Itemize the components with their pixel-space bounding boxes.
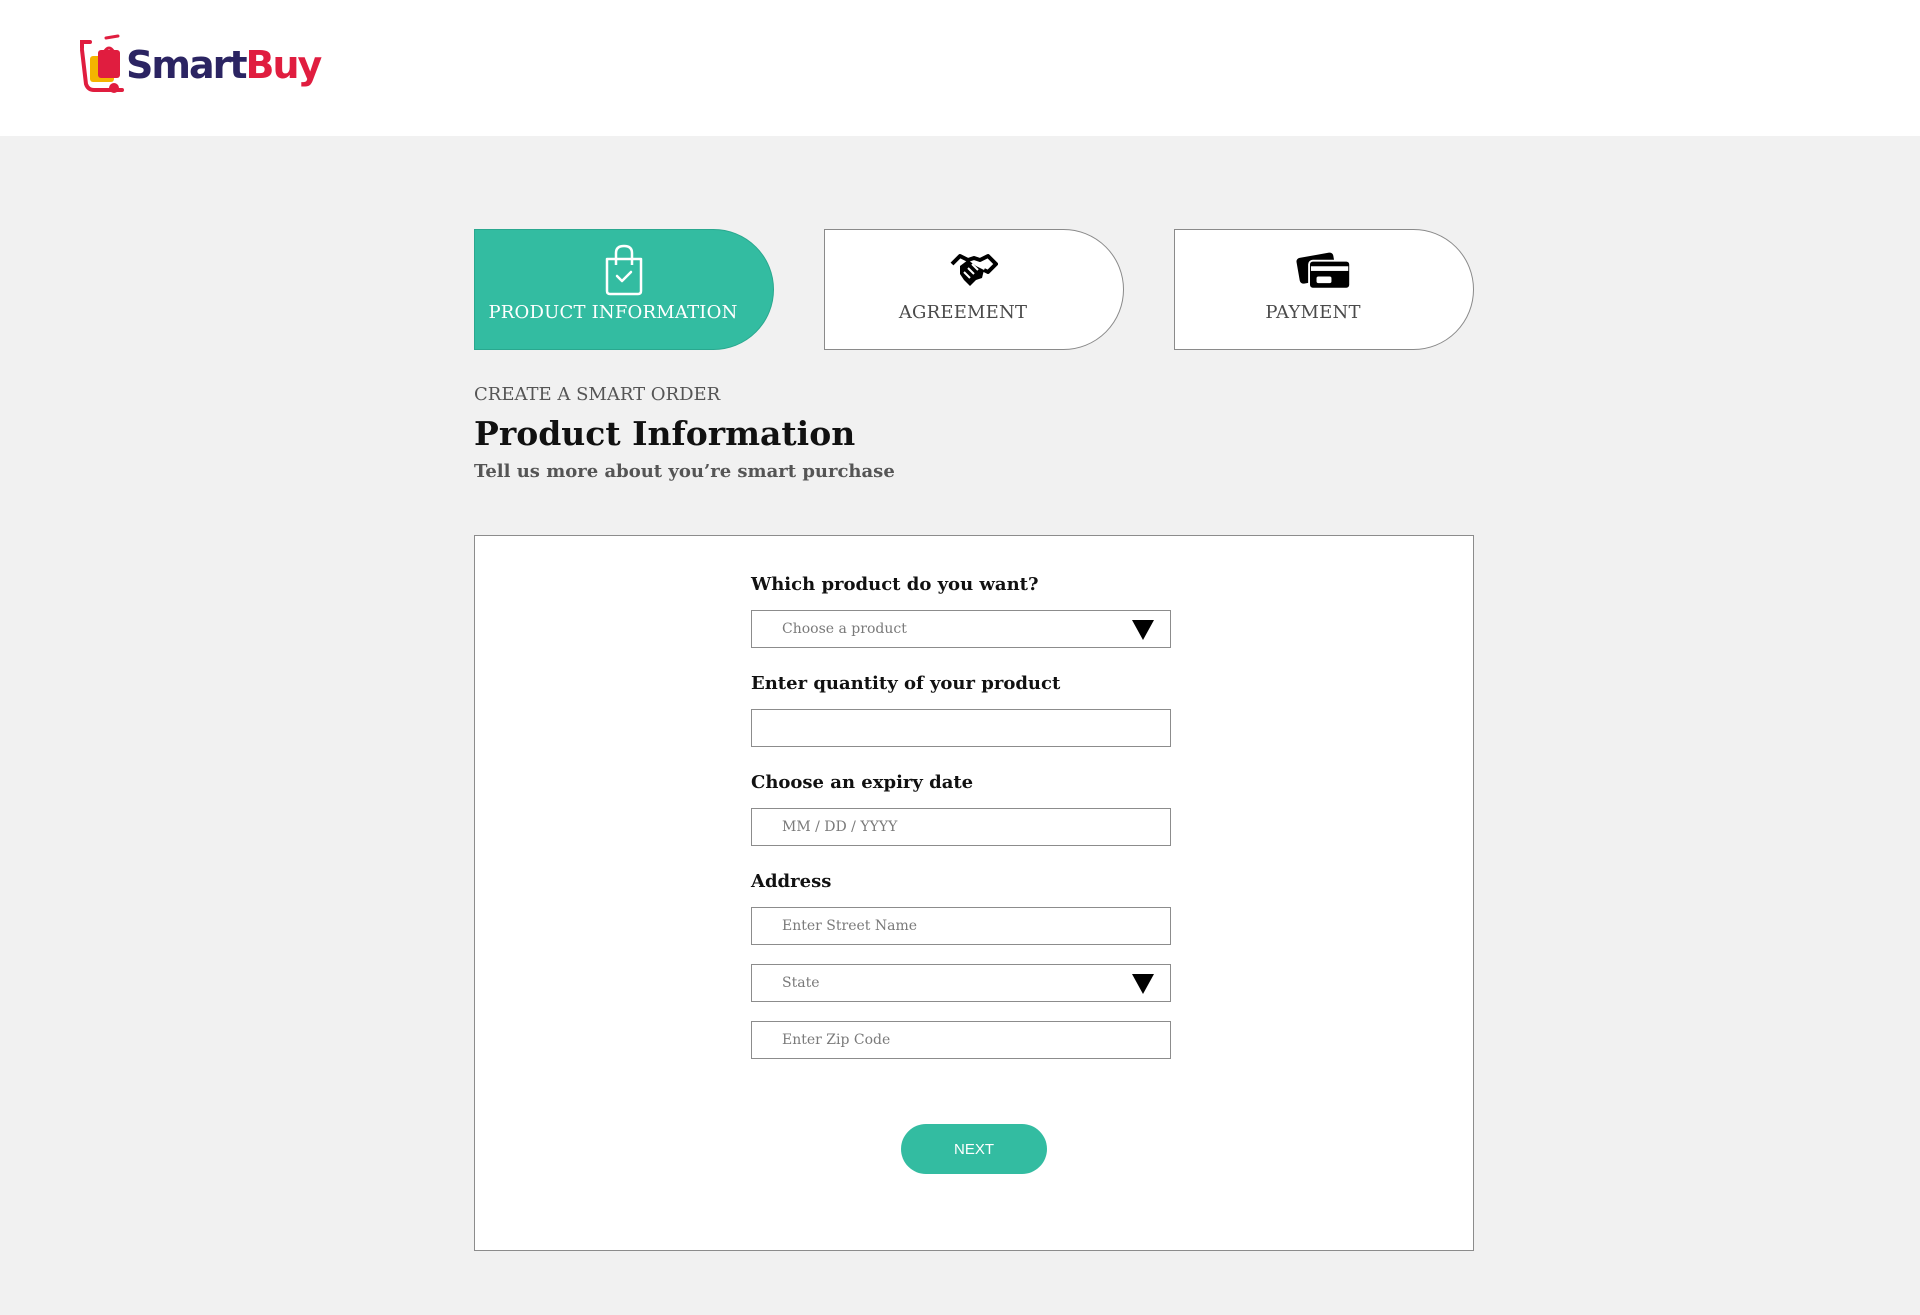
top-bar: SmartBuy — [0, 0, 1920, 136]
caret-down-icon — [1132, 620, 1154, 640]
expiry-label: Choose an expiry date — [751, 772, 974, 793]
step-agreement[interactable]: AGREEMENT — [824, 229, 1124, 350]
product-select[interactable]: Choose a product — [751, 610, 1171, 648]
quantity-label: Enter quantity of your product — [751, 673, 1061, 694]
state-select[interactable]: State — [751, 964, 1171, 1002]
step-label: PRODUCT INFORMATION — [488, 302, 738, 323]
shopping-cart-bag-logo-icon — [80, 34, 124, 93]
product-form-card: Which product do you want? Choose a prod… — [474, 535, 1474, 1251]
step-label: AGREEMENT — [898, 302, 1028, 323]
product-select-placeholder: Choose a product — [782, 621, 907, 637]
next-button[interactable]: NEXT — [901, 1124, 1047, 1174]
credit-cards-icon — [1296, 242, 1352, 298]
smartbuy-logo[interactable]: SmartBuy — [76, 34, 323, 96]
step-label: PAYMENT — [1265, 302, 1361, 323]
handshake-icon — [946, 242, 1002, 298]
caret-down-icon — [1132, 974, 1154, 994]
step-payment[interactable]: PAYMENT — [1174, 229, 1474, 350]
page-subtitle: Tell us more about you’re smart purchase — [474, 461, 895, 482]
shopping-bag-check-icon — [596, 242, 652, 298]
page-title: Product Information — [474, 414, 856, 453]
state-select-placeholder: State — [782, 975, 820, 991]
step-product-information[interactable]: PRODUCT INFORMATION — [474, 229, 774, 350]
brand-name: SmartBuy — [126, 43, 323, 87]
brand-name-part1: Smart — [126, 43, 248, 87]
section-eyebrow: CREATE A SMART ORDER — [474, 384, 721, 405]
product-label: Which product do you want? — [751, 574, 1039, 595]
zip-code-input[interactable] — [751, 1021, 1171, 1059]
address-label: Address — [751, 871, 832, 892]
quantity-input[interactable] — [751, 709, 1171, 747]
expiry-date-input[interactable] — [751, 808, 1171, 846]
brand-name-part2: Buy — [245, 43, 323, 87]
street-input[interactable] — [751, 907, 1171, 945]
